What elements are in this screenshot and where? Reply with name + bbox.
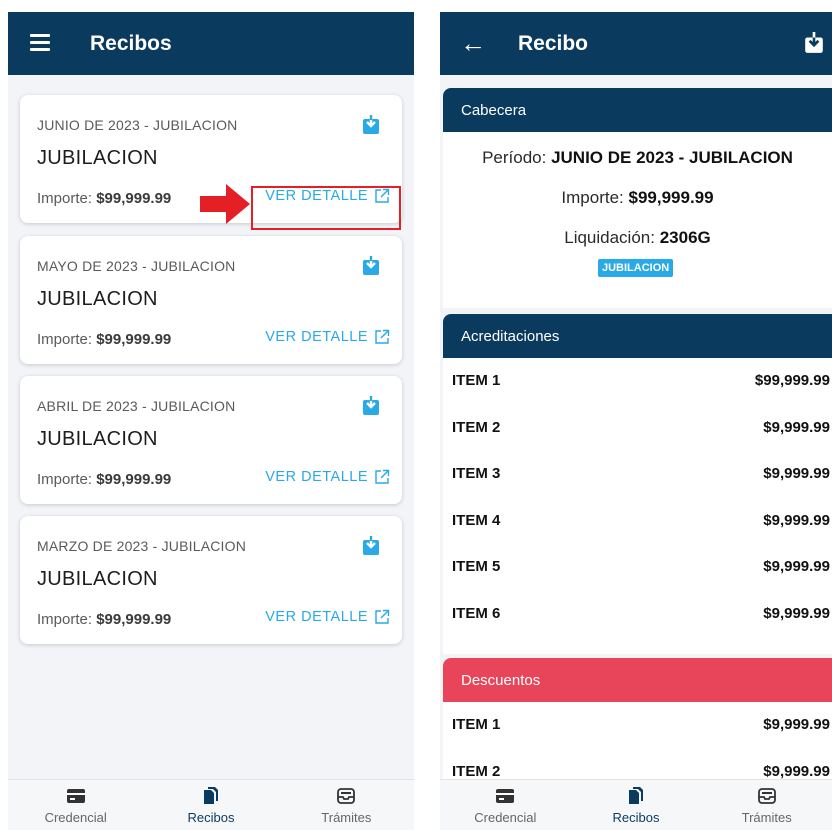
external-link-icon: [375, 329, 390, 344]
descuentos-list: ITEM 1 $9,999.99 ITEM 2 $9,999.99: [443, 702, 832, 782]
page-title: Recibo: [518, 32, 589, 55]
receipt-card[interactable]: MAYO DE 2023 - JUBILACION JUBILACION Imp…: [20, 236, 402, 364]
section-header-cabecera: Cabecera: [443, 88, 832, 132]
acreditaciones-list: ITEM 1 $99,999.99 ITEM 2 $9,999.99 ITEM 3 $…: [443, 358, 832, 654]
view-detail-button[interactable]: VER DETALLE: [265, 466, 390, 488]
list-item: ITEM 6 $9,999.99: [452, 604, 830, 622]
receipt-name: JUBILACION: [37, 147, 158, 169]
summary-amount: Importe: $99,999.99: [561, 188, 714, 207]
back-arrow-icon[interactable]: ←: [460, 30, 486, 56]
download-icon[interactable]: [362, 256, 380, 276]
card-icon: [66, 789, 85, 803]
receipt-amount: Importe: $99,999.99: [37, 331, 172, 348]
receipt-name: JUBILACION: [37, 288, 158, 310]
inbox-icon: [337, 788, 356, 804]
list-item: ITEM 4 $9,999.99: [452, 511, 830, 529]
annotation-arrow-icon: [200, 184, 250, 224]
nav-item-recibos[interactable]: Recibos: [143, 780, 278, 830]
receipt-detail-screen: ← Recibo Cabecera Período: JUNIO DE 2023…: [440, 12, 832, 830]
annotation-highlight-box: [251, 186, 401, 230]
receipt-amount: Importe: $99,999.99: [37, 471, 172, 488]
external-link-icon: [375, 469, 390, 484]
receipt-name: JUBILACION: [37, 428, 158, 450]
nav-item-credencial[interactable]: Credencial: [8, 780, 143, 830]
list-item: ITEM 3 $9,999.99: [452, 465, 830, 482]
receipts-list-screen: Recibos JUNIO DE 2023 - JUBILACION JUBIL…: [8, 12, 414, 830]
receipt-period: MAYO DE 2023 - JUBILACION: [37, 258, 236, 274]
app-bar: Recibos: [8, 12, 414, 75]
section-header-descuentos: Descuentos: [443, 658, 832, 702]
view-detail-button[interactable]: VER DETALLE: [265, 326, 390, 348]
summary-period: Período: JUNIO DE 2023 - JUBILACION: [482, 148, 793, 167]
bottom-nav: Credencial Recibos Trámites: [440, 779, 832, 830]
card-icon: [496, 789, 515, 803]
receipt-summary: Período: JUNIO DE 2023 - JUBILACION Impo…: [443, 132, 832, 308]
bottom-nav: Credencial Recibos Trámites: [8, 779, 414, 830]
external-link-icon: [375, 609, 390, 624]
summary-liquidation: Liquidación: 2306G: [564, 228, 711, 247]
list-item: ITEM 1 $99,999.99: [452, 372, 830, 389]
list-item: ITEM 5 $9,999.99: [452, 558, 830, 575]
receipt-period: MARZO DE 2023 - JUBILACION: [37, 538, 247, 554]
list-item: ITEM 1 $9,999.99: [452, 716, 830, 733]
receipt-name: JUBILACION: [37, 568, 158, 590]
list-item: ITEM 2 $9,999.99: [452, 418, 830, 436]
receipt-card[interactable]: ABRIL DE 2023 - JUBILACION JUBILACION Im…: [20, 376, 402, 504]
download-icon[interactable]: [362, 396, 380, 416]
download-icon[interactable]: [362, 115, 380, 135]
receipt-card[interactable]: MARZO DE 2023 - JUBILACION JUBILACION Im…: [20, 516, 402, 644]
nav-item-credencial[interactable]: Credencial: [440, 780, 571, 830]
documents-icon: [203, 787, 218, 804]
section-header-acreditaciones: Acreditaciones: [443, 314, 832, 358]
app-bar: ← Recibo: [440, 12, 832, 75]
receipt-amount: Importe: $99,999.99: [37, 611, 172, 628]
type-badge: JUBILACION: [598, 259, 674, 277]
documents-icon: [629, 787, 643, 804]
menu-icon[interactable]: [30, 34, 50, 52]
download-icon[interactable]: [804, 32, 824, 54]
nav-item-tramites[interactable]: Trámites: [279, 780, 414, 830]
inbox-icon: [757, 788, 776, 804]
nav-item-tramites[interactable]: Trámites: [701, 780, 832, 830]
page-title: Recibos: [90, 32, 172, 55]
download-icon[interactable]: [362, 536, 380, 556]
receipt-amount: Importe: $99,999.99: [37, 190, 172, 207]
nav-item-recibos[interactable]: Recibos: [571, 780, 702, 830]
receipt-period: ABRIL DE 2023 - JUBILACION: [37, 398, 236, 414]
view-detail-button[interactable]: VER DETALLE: [265, 606, 390, 628]
receipt-period: JUNIO DE 2023 - JUBILACION: [37, 117, 238, 133]
